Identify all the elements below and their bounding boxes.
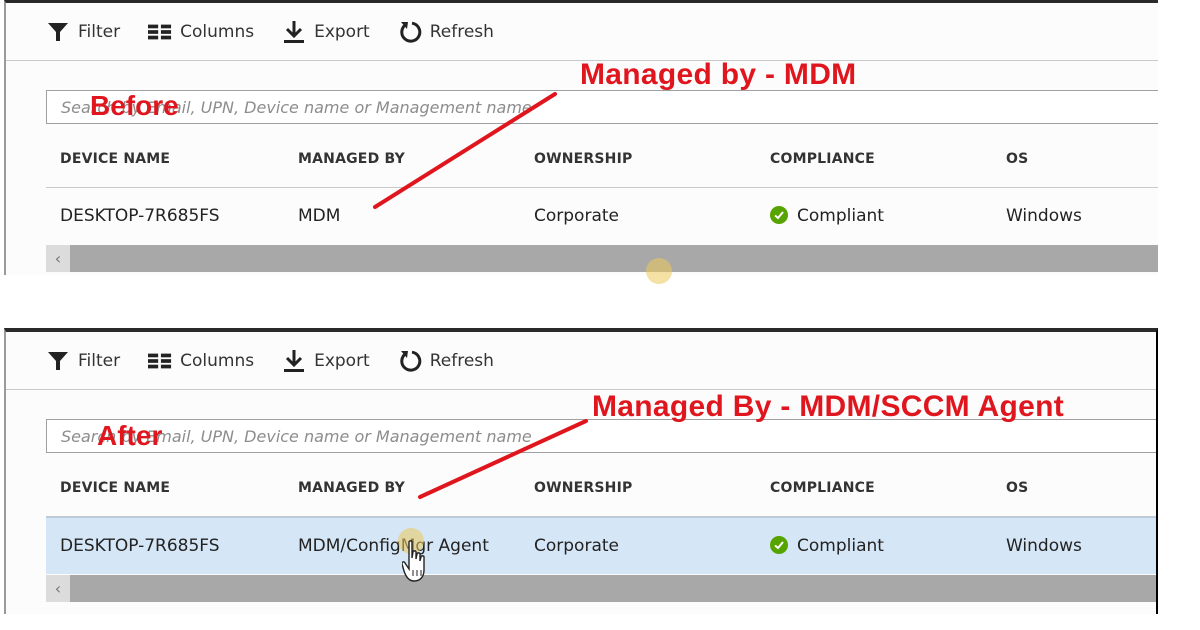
refresh-label: Refresh — [429, 21, 494, 42]
column-header-ownership[interactable]: OWNERSHIP — [534, 480, 632, 496]
columns-label: Columns — [180, 21, 255, 42]
horizontal-scrollbar[interactable]: ‹ — [46, 245, 1158, 272]
search-input[interactable] — [47, 420, 1156, 452]
columns-button[interactable]: Columns — [148, 20, 254, 44]
toolbar: Filter Columns Export Refresh — [6, 332, 1156, 390]
refresh-button[interactable]: Refresh — [398, 20, 494, 44]
filter-button[interactable]: Filter — [46, 349, 120, 373]
devices-panel-before: Filter Columns Export Refresh DEVICE NAM… — [4, 0, 1158, 275]
column-header-managed-by[interactable]: MANAGED BY — [298, 151, 405, 167]
column-header-device-name[interactable]: DEVICE NAME — [60, 480, 170, 496]
columns-icon — [148, 20, 172, 44]
columns-label: Columns — [180, 350, 255, 371]
column-header-os[interactable]: OS — [1006, 480, 1028, 496]
export-label: Export — [314, 350, 370, 371]
cell-ownership: Corporate — [534, 206, 619, 226]
refresh-button[interactable]: Refresh — [398, 349, 494, 373]
check-circle-icon — [770, 536, 788, 554]
filter-funnel-icon — [46, 20, 70, 44]
column-header-os[interactable]: OS — [1006, 151, 1028, 167]
chevron-left-icon[interactable]: ‹ — [46, 575, 70, 602]
column-header-compliance[interactable]: COMPLIANCE — [770, 151, 875, 167]
cell-compliance: Compliant — [770, 206, 884, 226]
cell-os: Windows — [1006, 536, 1082, 556]
compliance-status: Compliant — [797, 206, 884, 226]
table-row[interactable]: DESKTOP-7R685FS MDM Corporate Compliant … — [46, 188, 1158, 244]
search-box[interactable] — [46, 90, 1158, 124]
download-icon — [282, 20, 306, 44]
cell-ownership: Corporate — [534, 536, 619, 556]
devices-panel-after: Filter Columns Export Refresh DEVICE NAM… — [4, 328, 1158, 614]
filter-button[interactable]: Filter — [46, 20, 120, 44]
column-header-ownership[interactable]: OWNERSHIP — [534, 151, 632, 167]
search-box[interactable] — [46, 419, 1156, 453]
refresh-icon — [398, 20, 422, 44]
column-header-managed-by[interactable]: MANAGED BY — [298, 480, 405, 496]
cell-device-name: DESKTOP-7R685FS — [60, 536, 220, 556]
horizontal-scrollbar[interactable]: ‹ — [46, 575, 1156, 602]
refresh-label: Refresh — [429, 350, 494, 371]
cell-device-name: DESKTOP-7R685FS — [60, 206, 220, 226]
compliance-status: Compliant — [797, 536, 884, 556]
filter-label: Filter — [78, 21, 121, 42]
refresh-icon — [398, 349, 422, 373]
column-header-device-name[interactable]: DEVICE NAME — [60, 151, 170, 167]
chevron-left-icon[interactable]: ‹ — [46, 245, 70, 272]
check-circle-icon — [770, 206, 788, 224]
export-button[interactable]: Export — [282, 349, 370, 373]
download-icon — [282, 349, 306, 373]
cell-os: Windows — [1006, 206, 1082, 226]
toolbar: Filter Columns Export Refresh — [6, 3, 1158, 61]
cell-managed-by: MDM/ConfigMgr Agent — [298, 536, 489, 556]
cell-managed-by: MDM — [298, 206, 341, 226]
export-button[interactable]: Export — [282, 20, 370, 44]
column-header-compliance[interactable]: COMPLIANCE — [770, 480, 875, 496]
filter-label: Filter — [78, 350, 121, 371]
cell-compliance: Compliant — [770, 536, 884, 556]
table-header: DEVICE NAME MANAGED BY OWNERSHIP COMPLIA… — [46, 458, 1156, 517]
search-input[interactable] — [47, 91, 1158, 123]
filter-funnel-icon — [46, 349, 70, 373]
columns-icon — [148, 349, 172, 373]
export-label: Export — [314, 21, 370, 42]
table-header: DEVICE NAME MANAGED BY OWNERSHIP COMPLIA… — [46, 129, 1158, 188]
table-row-selected[interactable]: DESKTOP-7R685FS MDM/ConfigMgr Agent Corp… — [46, 517, 1156, 574]
columns-button[interactable]: Columns — [148, 349, 254, 373]
